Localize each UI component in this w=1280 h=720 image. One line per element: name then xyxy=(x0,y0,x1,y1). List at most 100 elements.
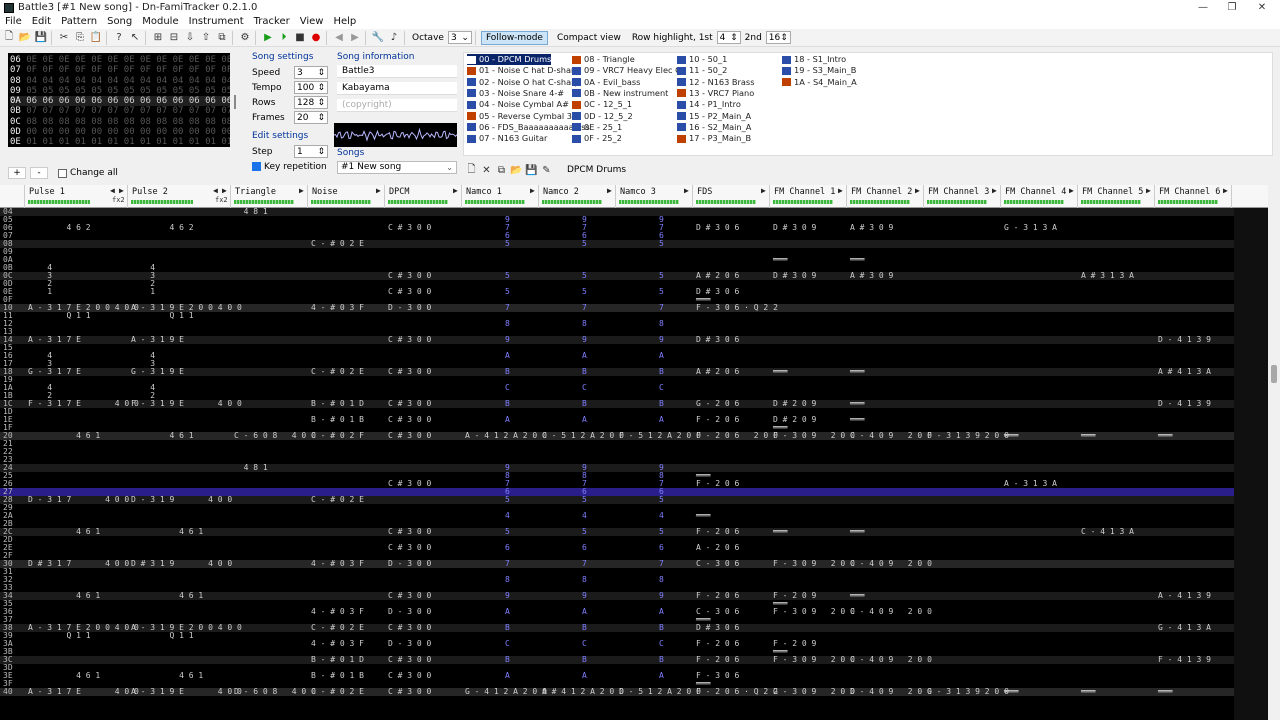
pattern-cell[interactable]: D # 2 0 9 xyxy=(773,400,816,408)
pattern-cell[interactable]: G - 3 0 9 2 0 0 xyxy=(773,688,855,696)
pattern-cell[interactable]: A # 3 0 9 xyxy=(850,272,893,280)
pattern-row[interactable]: 0B 4 4 xyxy=(0,264,1234,272)
settings-icon[interactable]: 🔧 xyxy=(371,31,385,45)
channel-header-fm-channel-2[interactable]: FM Channel 2 ▶ xyxy=(847,185,924,208)
pattern-cell[interactable]: D - 4 1 3 9 xyxy=(1158,400,1211,408)
pattern-cell[interactable]: 4 xyxy=(505,512,510,520)
pattern-row[interactable]: 0A ═══ ═══ xyxy=(0,256,1234,264)
collapse-effects-icon[interactable]: ◀ xyxy=(110,186,115,195)
channel-header-namco-1[interactable]: Namco 1 ▶ xyxy=(462,185,539,208)
pattern-row[interactable]: 36 4 - # 0 3 FD - 3 0 0AAAC - 3 0 6F - 3 … xyxy=(0,608,1234,616)
menu-pattern[interactable]: Pattern xyxy=(56,15,102,29)
pattern-cell[interactable]: B - # 0 1 B xyxy=(311,416,364,424)
pattern-row[interactable]: 08 C - # 0 2 E555 xyxy=(0,240,1234,248)
pattern-cell[interactable]: 5 xyxy=(505,240,510,248)
pattern-cell[interactable]: ═══ xyxy=(850,256,864,264)
channel-header-pulse-1[interactable]: Pulse 1 ◀ ▶ fx2 xyxy=(25,185,128,208)
pattern-cell[interactable]: Q 1 1 xyxy=(131,632,194,640)
pattern-cell[interactable]: 8 xyxy=(505,576,510,584)
pattern-cell[interactable]: ═══ xyxy=(773,368,787,376)
pattern-cell[interactable]: C xyxy=(659,640,664,648)
instrument-item[interactable]: 05 - Reverse Cymbal 3# xyxy=(467,111,579,122)
frame-row[interactable]: 07 0F 0F 0F 0F 0F 0F 0F 0F 0F 0F 0F 0F 0… xyxy=(10,65,230,75)
pattern-cell[interactable]: 5 xyxy=(659,496,664,504)
pattern-row[interactable]: 24 4 8 1999 xyxy=(0,464,1234,472)
pattern-cell[interactable]: F - 3 0 9 2 0 0 xyxy=(773,432,855,440)
pattern-cell[interactable]: F - 3 1 7 E 4 0 0 xyxy=(28,400,139,408)
instrument-item[interactable]: 02 - Noise O hat C-sharp xyxy=(467,77,580,88)
frame-row[interactable]: 0C 08 08 08 08 08 08 08 08 08 08 08 08 0… xyxy=(10,117,230,127)
instrument-item[interactable]: 1A - S4_Main_A xyxy=(782,77,857,88)
pattern-cell[interactable]: D # 3 0 6 xyxy=(696,624,739,632)
song-copyright-field[interactable]: (copyright) xyxy=(337,99,457,112)
pattern-cell[interactable]: A # 3 1 3 A xyxy=(1081,272,1134,280)
pattern-cell[interactable]: F - 4 1 3 9 xyxy=(1158,656,1211,664)
frame-values[interactable]: 07 07 07 07 07 07 07 07 07 07 07 07 07 0… xyxy=(26,106,230,116)
key-repetition-checkbox[interactable]: Key repetition xyxy=(252,159,328,174)
pattern-cell[interactable]: C # 3 0 0 xyxy=(388,224,431,232)
pattern-cell[interactable]: 8 xyxy=(582,576,587,584)
frame-values[interactable]: 08 08 08 08 08 08 08 08 08 08 08 08 08 0… xyxy=(26,117,230,127)
pattern-cell[interactable]: 9 xyxy=(582,336,587,344)
pattern-row[interactable]: 09 xyxy=(0,248,1234,256)
pattern-cell[interactable]: 7 xyxy=(505,560,510,568)
pattern-cell[interactable]: A xyxy=(582,352,587,360)
pattern-cell[interactable]: C # 3 0 0 xyxy=(388,400,431,408)
follow-mode-toggle[interactable]: Follow-mode xyxy=(480,30,548,45)
instrument-item[interactable]: 18 - S1_Intro xyxy=(782,54,846,65)
checkbox-box[interactable] xyxy=(58,168,67,178)
move-frame-up-icon[interactable]: ⇧ xyxy=(199,31,213,45)
channel-header-pulse-2[interactable]: Pulse 2 ◀ ▶ fx2 xyxy=(128,185,231,208)
pattern-cell[interactable]: ═══ xyxy=(1158,688,1172,696)
pattern-cell[interactable]: 1 xyxy=(131,288,155,296)
pattern-row[interactable]: 16 4 4AAA xyxy=(0,352,1234,360)
pattern-cell[interactable]: G - 2 0 6 xyxy=(696,400,739,408)
pattern-cell[interactable]: 8 xyxy=(659,320,664,328)
pattern-row[interactable]: 12 8 8 8 xyxy=(0,320,1234,328)
frames-spinner[interactable]: 20 ⇕ xyxy=(294,111,328,124)
pattern-cell[interactable]: A xyxy=(505,352,510,360)
pattern-cell[interactable]: ═══ xyxy=(850,592,864,600)
menu-view[interactable]: View xyxy=(295,15,329,29)
remove-instrument-icon[interactable]: ✕ xyxy=(480,164,493,176)
pattern-cell[interactable]: A - 4 1 3 9 xyxy=(1158,592,1211,600)
octave-select[interactable]: 3 ⌄ xyxy=(447,31,472,44)
channel-header-fm-channel-1[interactable]: FM Channel 1 ▶ xyxy=(770,185,847,208)
pattern-cell[interactable]: G - 3 1 9 E xyxy=(131,368,184,376)
pattern-cell[interactable]: F - 2 0 6 · Q 2 2 xyxy=(696,688,778,696)
pattern-cell[interactable]: C - 4 0 9 2 0 0 xyxy=(850,560,932,568)
pattern-row[interactable]: 20 4 6 1 4 6 1C - 6 0 8 4 0 0C - # 0 2 F… xyxy=(0,432,1234,440)
pattern-cell[interactable]: B xyxy=(582,624,587,632)
pattern-cell[interactable]: C - # 0 2 E xyxy=(311,624,364,632)
pattern-row[interactable]: 15 xyxy=(0,344,1234,352)
pattern-cell[interactable]: C # 3 0 0 xyxy=(388,432,431,440)
pattern-cell[interactable]: ═══ xyxy=(1158,432,1172,440)
pattern-cell[interactable]: D - 3 0 0 xyxy=(388,304,431,312)
channel-header-fm-channel-5[interactable]: FM Channel 5 ▶ xyxy=(1078,185,1155,208)
instrument-list[interactable]: 00 - DPCM Drums 01 - Noise C hat D-sharp 0… xyxy=(463,52,1273,156)
play-icon[interactable]: ▶ xyxy=(261,31,275,45)
pattern-cell[interactable]: F - 3 0 9 2 0 0 xyxy=(773,656,855,664)
pattern-cell[interactable]: 4 - # 0 3 F xyxy=(311,560,364,568)
instrument-item[interactable]: 0A - Evil_bass xyxy=(572,77,640,88)
expand-effects-icon[interactable]: ▶ xyxy=(453,186,458,195)
expand-effects-icon[interactable]: ▶ xyxy=(376,186,381,195)
pattern-cell[interactable]: F - 3 1 3 9 2 0 0 xyxy=(927,432,1009,440)
pattern-cell[interactable]: 7 xyxy=(659,560,664,568)
pattern-cell[interactable]: C xyxy=(505,384,510,392)
tempo-spinner[interactable]: 100 ⇕ xyxy=(294,81,328,94)
pattern-row[interactable]: 14 A - 3 1 7 EA - 3 1 9 EC # 3 0 0999D # … xyxy=(0,336,1234,344)
pattern-cell[interactable]: C - # 0 2 E xyxy=(311,688,364,696)
copy-icon[interactable]: ⎘ xyxy=(73,31,87,45)
channel-header-triangle[interactable]: Triangle ▶ xyxy=(231,185,308,208)
pattern-cell[interactable]: A xyxy=(659,352,664,360)
pattern-cell[interactable]: C xyxy=(659,384,664,392)
pattern-cell[interactable]: C - # 0 2 F xyxy=(311,432,364,440)
pattern-cell[interactable]: C # 3 0 0 xyxy=(388,624,431,632)
pattern-row[interactable]: 06 4 6 2 4 6 2C # 3 0 0777D # 3 0 6D # 3… xyxy=(0,224,1234,232)
pattern-cell[interactable]: 9 xyxy=(659,336,664,344)
expand-effects-icon[interactable]: ▶ xyxy=(222,186,227,195)
pattern-cell[interactable]: 4 - # 0 3 F xyxy=(311,608,364,616)
pattern-cell[interactable]: A # 2 0 6 xyxy=(696,272,739,280)
pattern-cell[interactable]: B - # 0 1 D xyxy=(311,400,364,408)
